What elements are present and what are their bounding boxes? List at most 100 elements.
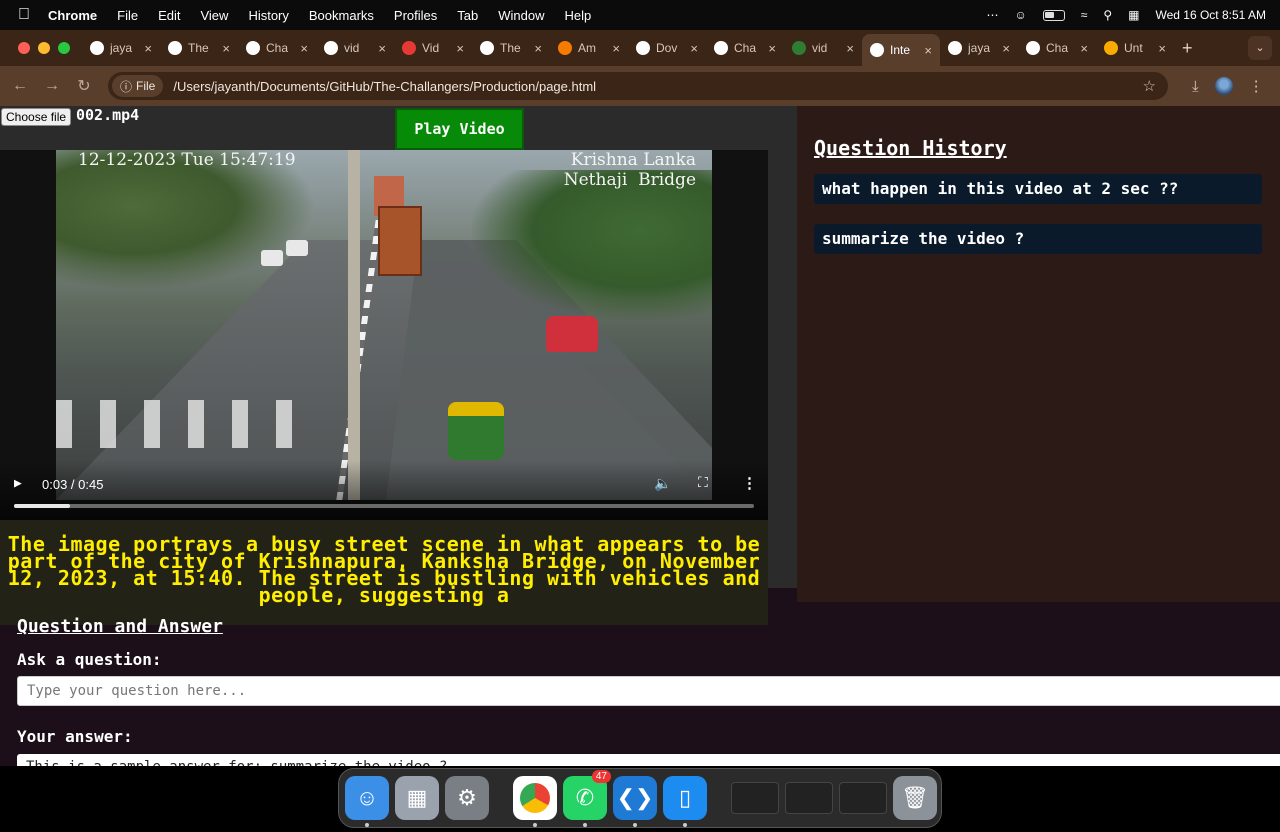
close-tab-icon[interactable]: ×: [1002, 41, 1010, 56]
chrome-icon[interactable]: [513, 776, 557, 827]
apple-icon[interactable]: : [0, 6, 48, 24]
minimized-window-thumbnail[interactable]: [731, 782, 779, 814]
control-center-icon[interactable]: ▦: [1128, 8, 1139, 22]
history-item[interactable]: what happen in this video at 2 sec ??: [814, 174, 1262, 204]
menu-view[interactable]: View: [200, 8, 228, 23]
close-tab-icon[interactable]: ×: [612, 41, 620, 56]
wifi-icon[interactable]: ≈: [1081, 8, 1088, 22]
browser-tab[interactable]: Cha ×: [238, 34, 316, 62]
play-video-button[interactable]: Play Video: [395, 108, 524, 150]
menu-help[interactable]: Help: [565, 8, 592, 23]
openai-icon: [1026, 41, 1040, 55]
trash-icon[interactable]: 🗑: [893, 776, 937, 820]
close-window-button[interactable]: [18, 42, 30, 54]
question-history-title: Question History: [814, 136, 1007, 160]
video-time-display: 0:03 / 0:45: [42, 477, 104, 492]
menu-edit[interactable]: Edit: [158, 8, 180, 23]
video-description-text: The image portrays a busy street scene i…: [7, 532, 761, 607]
browser-tab[interactable]: Dov ×: [628, 34, 706, 62]
browser-tab[interactable]: vid ×: [316, 34, 394, 62]
close-tab-icon[interactable]: ×: [222, 41, 230, 56]
close-tab-icon[interactable]: ×: [144, 41, 152, 56]
page-viewport: Choose file 002.mp4 Play Video 12-12-202…: [0, 106, 1280, 766]
red-car: [546, 316, 598, 352]
profile-avatar[interactable]: [1214, 77, 1233, 95]
browser-tab[interactable]: jaya ×: [940, 34, 1018, 62]
downloads-icon[interactable]: ⤓: [1192, 78, 1199, 95]
zoom-window-button[interactable]: [58, 42, 70, 54]
menu-tab[interactable]: Tab: [457, 8, 478, 23]
answer-label: Your answer:: [17, 727, 133, 746]
window-controls: [0, 42, 82, 54]
whatsapp-icon[interactable]: ✆ 47: [563, 770, 611, 827]
back-icon[interactable]: ←: [4, 77, 36, 95]
vscode-icon[interactable]: ❮❯: [613, 776, 657, 827]
menubar-clock[interactable]: Wed 16 Oct 8:51 AM: [1155, 8, 1266, 22]
menu-profiles[interactable]: Profiles: [394, 8, 437, 23]
question-input[interactable]: Type your question here...: [17, 676, 1280, 706]
close-tab-icon[interactable]: ×: [924, 43, 932, 58]
browser-tab[interactable]: Vid ×: [394, 34, 472, 62]
qa-heading: Question and Answer: [17, 616, 223, 637]
forward-icon[interactable]: →: [36, 77, 68, 95]
github-icon: [948, 41, 962, 55]
close-tab-icon[interactable]: ×: [300, 41, 308, 56]
browser-tab[interactable]: Am ×: [550, 34, 628, 62]
chrome-tab-strip: jaya × The × Cha × vid × Vid × The × Am × Dov × Cha × vid ×…: [0, 30, 1280, 66]
chrome-menu-icon[interactable]: ⋮: [1249, 77, 1264, 95]
close-tab-icon[interactable]: ×: [456, 41, 464, 56]
video-frame-image: 12-12-2023 Tue 15:47:19 Krishna Lanka Ne…: [56, 150, 712, 500]
menu-history[interactable]: History: [248, 8, 288, 23]
tab-title: Dov: [656, 41, 678, 55]
menu-window[interactable]: Window: [498, 8, 544, 23]
minimized-window-thumbnail[interactable]: [839, 782, 887, 814]
browser-tab[interactable]: Cha ×: [1018, 34, 1096, 62]
tab-title: jaya: [110, 41, 133, 55]
close-tab-icon[interactable]: ×: [1080, 41, 1088, 56]
site-info-chip[interactable]: ⓘ File: [112, 75, 164, 97]
system-settings-icon[interactable]: ⚙: [445, 776, 489, 820]
finder-icon[interactable]: ☺: [345, 776, 389, 827]
browser-tab[interactable]: Inte ×: [862, 34, 940, 66]
browser-tab[interactable]: The ×: [160, 34, 238, 62]
menu-app-chrome[interactable]: Chrome: [48, 8, 97, 23]
fullscreen-icon[interactable]: ⛶: [698, 475, 708, 491]
close-tab-icon[interactable]: ×: [378, 41, 386, 56]
launchpad-icon[interactable]: ▦: [395, 776, 439, 820]
volume-icon[interactable]: 🔈: [654, 476, 671, 492]
browser-tab[interactable]: vid ×: [784, 34, 862, 62]
choose-file-button[interactable]: Choose file: [1, 108, 72, 126]
tab-title: The: [188, 41, 209, 55]
user-account-icon[interactable]: ☺: [1014, 8, 1026, 22]
close-tab-icon[interactable]: ×: [534, 41, 542, 56]
browser-tab[interactable]: Cha ×: [706, 34, 784, 62]
reload-icon[interactable]: ↻: [68, 76, 100, 96]
openai-icon: [246, 41, 260, 55]
play-icon[interactable]: ▶: [14, 476, 22, 491]
more-options-icon[interactable]: ⋮: [742, 474, 757, 492]
keynote-icon[interactable]: ▯: [663, 776, 707, 827]
history-item[interactable]: summarize the video ?: [814, 224, 1262, 254]
tab-title: Cha: [734, 41, 757, 55]
video-player[interactable]: 12-12-2023 Tue 15:47:19 Krishna Lanka Ne…: [0, 150, 768, 520]
bookmark-star-icon[interactable]: ☆: [1143, 77, 1156, 95]
minimize-window-button[interactable]: [38, 42, 50, 54]
new-tab-button[interactable]: +: [1182, 38, 1193, 59]
minimized-window-thumbnail[interactable]: [785, 782, 833, 814]
close-tab-icon[interactable]: ×: [1158, 41, 1166, 56]
browser-tab[interactable]: Unt ×: [1096, 34, 1174, 62]
tab-search-icon[interactable]: ⌄: [1248, 36, 1272, 60]
screen-sharing-icon[interactable]: ⋯: [986, 8, 998, 22]
close-tab-icon[interactable]: ×: [690, 41, 698, 56]
close-tab-icon[interactable]: ×: [768, 41, 776, 56]
close-tab-icon[interactable]: ×: [846, 41, 854, 56]
menu-file[interactable]: File: [117, 8, 138, 23]
video-progress-bar[interactable]: [14, 504, 754, 508]
battery-icon[interactable]: [1042, 9, 1065, 21]
menu-bookmarks[interactable]: Bookmarks: [309, 8, 374, 23]
spotlight-search-icon[interactable]: ⚲: [1103, 8, 1112, 22]
url-text[interactable]: /Users/jayanth/Documents/GitHub/The-Chal…: [173, 79, 596, 94]
browser-tab[interactable]: jaya ×: [82, 34, 160, 62]
address-bar[interactable]: ⓘ File /Users/jayanth/Documents/GitHub/T…: [108, 72, 1168, 100]
browser-tab[interactable]: The ×: [472, 34, 550, 62]
